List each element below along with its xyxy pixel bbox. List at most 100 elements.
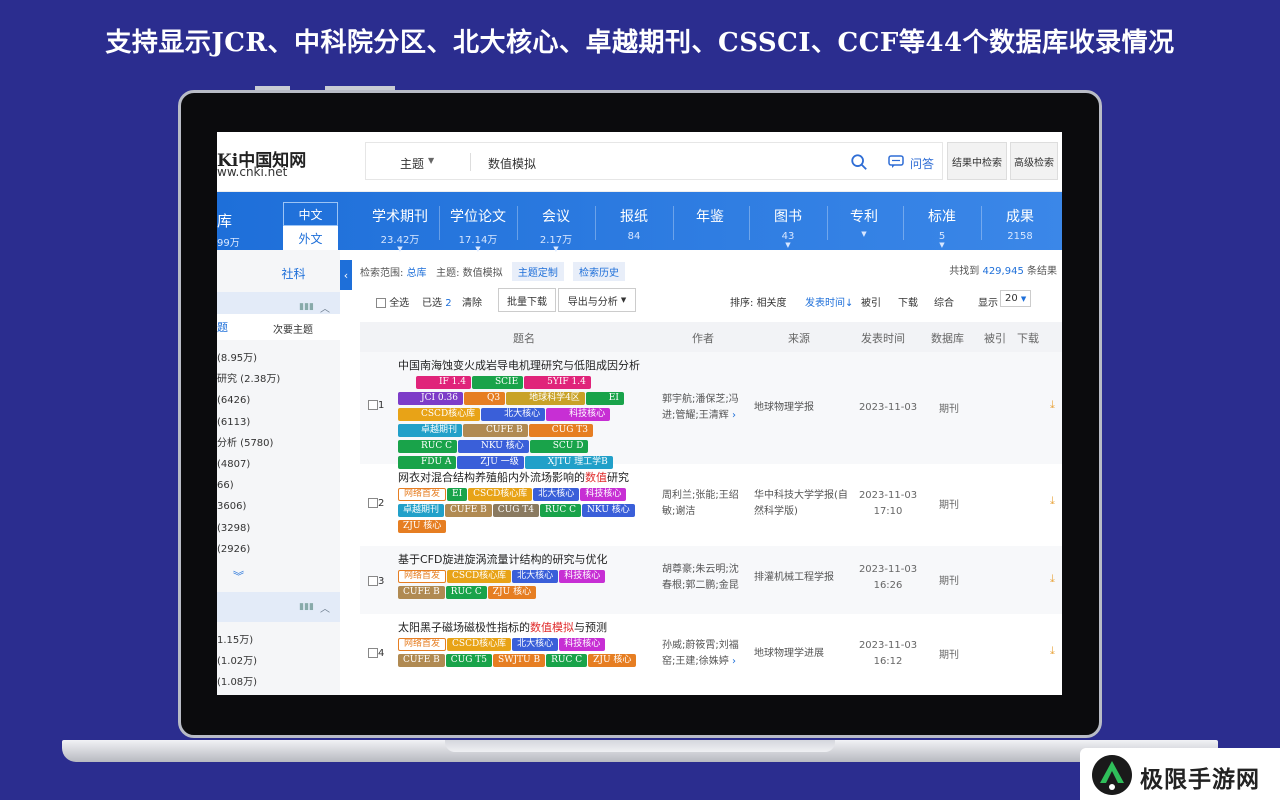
article-title[interactable]: 基于CFD旋进旋涡流量计结构的研究与优化	[398, 552, 653, 568]
select-all[interactable]: 全选	[376, 294, 409, 309]
clear-button[interactable]: 清除	[462, 294, 482, 309]
article-date: 2023-11-03 17:10	[858, 490, 918, 517]
list-item[interactable]: (8.95万)	[217, 348, 280, 369]
index-tag: 卓越期刊	[398, 424, 463, 437]
article-source[interactable]: 地球物理学进展	[754, 646, 850, 662]
index-tag: RUC C	[540, 504, 582, 517]
table-row: 4 太阳黑子磁场磁极性指标的数值模拟与预测 网络首发 CSCD核心库 北大核心 科技核…	[360, 614, 1062, 695]
chevron-down-icon[interactable]: ▼	[428, 156, 434, 165]
col-author: 作者	[692, 332, 714, 345]
nav-item-standard[interactable]: 标准 5 ▼	[904, 206, 980, 249]
selected-count: 已选 2	[422, 298, 452, 309]
database-nav: 库 99万 中文 外文 学术期刊 23.42万 ▼ 学位论文 17.14万 ▼ 会议 2.…	[217, 192, 1062, 253]
sort-cited[interactable]: 被引	[861, 294, 881, 309]
in-result-search-button[interactable]: 结果中检索	[947, 142, 1007, 180]
sort-relevance[interactable]: 相关度	[757, 298, 787, 309]
chat-icon[interactable]	[888, 155, 904, 169]
article-author[interactable]: 郭宇航;潘保芝;冯进;管耀;王清辉 ›	[662, 392, 744, 424]
article-author[interactable]: 周利兰;张能;王绍敏;谢洁	[662, 488, 744, 520]
sort-download[interactable]: 下载	[898, 294, 918, 309]
article-title[interactable]: 中国南海蚀变火成岩导电机理研究与低阻成因分析	[398, 358, 653, 374]
download-icon[interactable]: ⤓	[1050, 494, 1055, 508]
row-checkbox[interactable]: 1	[368, 400, 384, 411]
sidebar-subtabs: 题 次要主题	[217, 314, 340, 340]
advanced-search-button[interactable]: 高级检索	[1010, 142, 1058, 180]
row-checkbox[interactable]: 2	[368, 498, 384, 509]
list-item[interactable]: (3298)	[217, 518, 280, 539]
sort-date[interactable]: 发表时间↓	[805, 294, 853, 309]
page-size-select[interactable]: 20 ▼	[1000, 290, 1032, 307]
article-title[interactable]: 网衣对混合结构养殖船内外流场影响的数值研究	[398, 470, 653, 486]
download-icon[interactable]: ⤓	[1050, 398, 1055, 412]
list-item[interactable]: (1.02万)	[217, 651, 257, 672]
search-history-button[interactable]: 检索历史	[573, 262, 626, 281]
download-icon[interactable]: ⤓	[1050, 644, 1055, 658]
list-item[interactable]: (6426)	[217, 390, 280, 411]
ask-button[interactable]: 问答	[910, 155, 934, 172]
nav-item-book[interactable]: 图书 43 ▼	[750, 206, 826, 249]
nav-item-journal[interactable]: 学术期刊 23.42万 ▼	[362, 206, 438, 253]
subtab-main-topic[interactable]: 题	[217, 319, 228, 335]
sort-overall[interactable]: 综合	[934, 294, 954, 309]
sidebar-collapse-button[interactable]: ‹	[340, 260, 352, 290]
index-tag: RUC C	[546, 654, 588, 667]
index-tag: ZJU 核心	[487, 586, 537, 599]
nav-item-yearbook[interactable]: 年鉴	[672, 206, 748, 231]
article-source[interactable]: 排灌机械工程学报	[754, 570, 850, 586]
article-source[interactable]: 地球物理学报	[754, 400, 850, 416]
divider	[470, 153, 471, 171]
search-box: 主题 ▼ 数值模拟 问答	[365, 142, 943, 180]
show-label: 显示	[978, 298, 998, 309]
checkbox	[376, 298, 386, 308]
chevron-down-icon: ▼	[785, 241, 791, 249]
nav-item-achievement[interactable]: 成果 2158	[982, 206, 1058, 242]
bar-chart-icon: ▮▮▮	[299, 302, 314, 312]
sidebar-tab-social[interactable]: 社科	[247, 258, 340, 288]
list-item[interactable]: 66)	[217, 475, 280, 496]
topic-custom-button[interactable]: 主题定制	[511, 262, 564, 281]
list-item[interactable]: (6113)	[217, 412, 280, 433]
watermark-logo-icon	[1092, 755, 1132, 795]
col-cited[interactable]: 被引	[984, 330, 1006, 346]
expand-more-icon[interactable]: ︾	[233, 568, 244, 584]
table-row: 3 基于CFD旋进旋涡流量计结构的研究与优化 网络首发 CSCD核心库 北大核心 科技…	[360, 546, 1062, 614]
subtab-secondary-topic[interactable]: 次要主题	[273, 321, 313, 336]
col-date[interactable]: 发表时间	[861, 330, 905, 346]
row-checkbox[interactable]: 3	[368, 576, 384, 587]
search-icon[interactable]	[850, 153, 868, 171]
db-label[interactable]: 库	[217, 210, 232, 231]
download-icon[interactable]: ⤓	[1050, 572, 1055, 586]
article-title[interactable]: 太阳黑子磁场磁极性指标的数值模拟与预测	[398, 620, 653, 636]
nav-item-thesis[interactable]: 学位论文 17.14万 ▼	[440, 206, 516, 253]
list-item[interactable]: 分析 (5780)	[217, 433, 280, 454]
bulk-download-button[interactable]: 批量下载	[498, 288, 556, 312]
row-checkbox[interactable]: 4	[368, 648, 384, 659]
list-item[interactable]: 研究 (2.38万)	[217, 369, 280, 390]
list-item[interactable]: 3606)	[217, 496, 280, 517]
article-date: 2023-11-03	[858, 402, 918, 413]
nav-item-newspaper[interactable]: 报纸 84	[596, 206, 672, 242]
export-analysis-button[interactable]: 导出与分析 ▼	[558, 288, 636, 312]
search-field-select[interactable]: 主题	[400, 155, 424, 172]
col-download[interactable]: 下载	[1017, 330, 1039, 346]
article-author[interactable]: 胡尊豪;朱云明;沈春根;郭二鹏;金昆	[662, 562, 744, 594]
index-tag: SCU D	[529, 440, 589, 453]
index-tag: CSCD核心库	[447, 638, 512, 651]
list-item[interactable]: (1.08万)	[217, 672, 257, 693]
nav-item-conference[interactable]: 会议 2.17万 ▼	[518, 206, 594, 253]
index-tag: ZJU 核心	[398, 520, 447, 533]
index-tag: EI	[447, 488, 468, 501]
nav-item-patent[interactable]: 专利 ▼	[826, 206, 902, 238]
article-source[interactable]: 华中科技大学学报(自然科学版)	[754, 488, 850, 520]
list-item[interactable]: (2926)	[217, 539, 280, 560]
search-input[interactable]: 数值模拟	[488, 155, 536, 172]
lang-tab-foreign[interactable]: 外文	[283, 226, 338, 250]
index-tag: CUG T3	[528, 424, 594, 437]
scope-value[interactable]: 总库	[407, 268, 427, 279]
list-item[interactable]: (4807)	[217, 454, 280, 475]
sidebar-section-header[interactable]: ▮▮▮ ︿	[217, 592, 340, 622]
index-tag: NKU 核心	[458, 440, 529, 453]
article-author[interactable]: 孙威;蔚筱霄;刘福窑;王建;徐姝婷 ›	[662, 638, 744, 670]
list-item[interactable]: 1.15万)	[217, 630, 257, 651]
lang-tab-chinese[interactable]: 中文	[283, 202, 338, 226]
